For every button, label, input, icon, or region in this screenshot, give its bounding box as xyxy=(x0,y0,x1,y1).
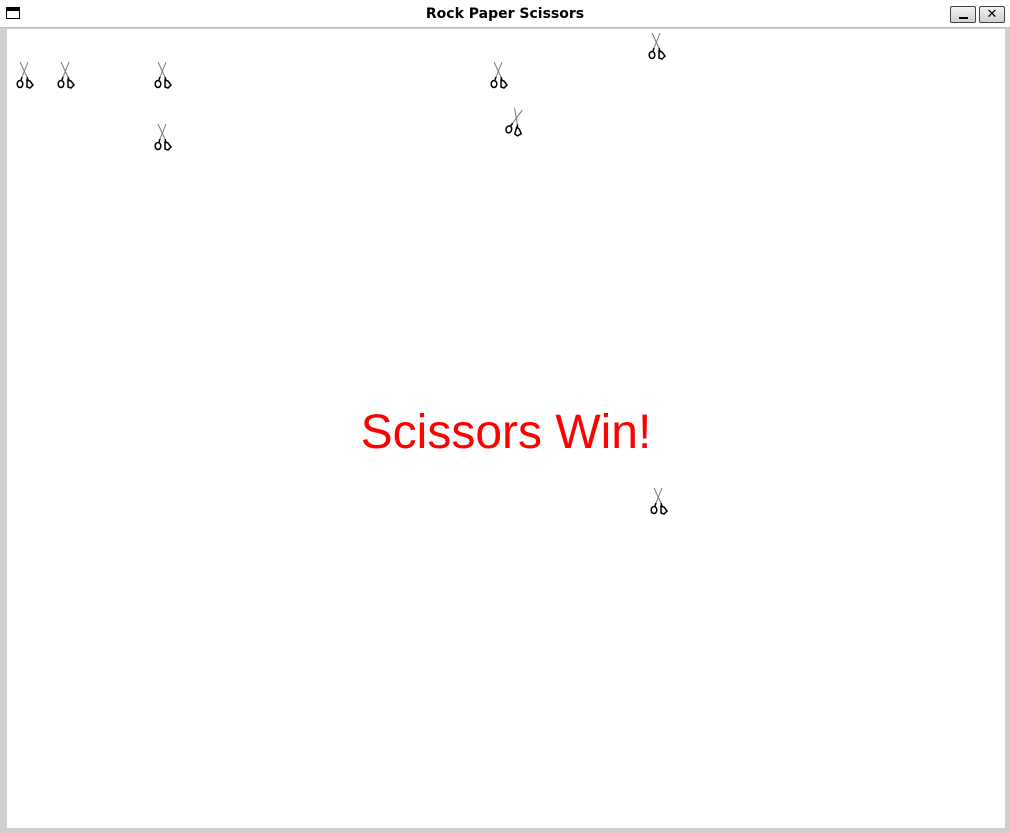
minimize-button[interactable] xyxy=(950,6,976,23)
scissors-icon xyxy=(646,31,668,61)
scissors-icon xyxy=(55,60,77,90)
scissors-icon xyxy=(152,60,174,90)
app-window: Rock Paper Scissors ✕ Scissors Win! xyxy=(0,0,1010,833)
minimize-icon xyxy=(959,17,968,19)
scissors-icon xyxy=(501,105,530,140)
title-bar[interactable]: Rock Paper Scissors ✕ xyxy=(0,0,1010,28)
scissors-icon xyxy=(488,60,510,90)
scissors-icon xyxy=(152,122,174,152)
close-button[interactable]: ✕ xyxy=(979,6,1005,23)
result-message: Scissors Win! xyxy=(360,406,652,459)
scissors-icon xyxy=(648,486,670,516)
scissors-icon xyxy=(14,60,36,90)
window-title: Rock Paper Scissors xyxy=(425,6,585,22)
game-canvas: Scissors Win! xyxy=(7,29,1005,828)
